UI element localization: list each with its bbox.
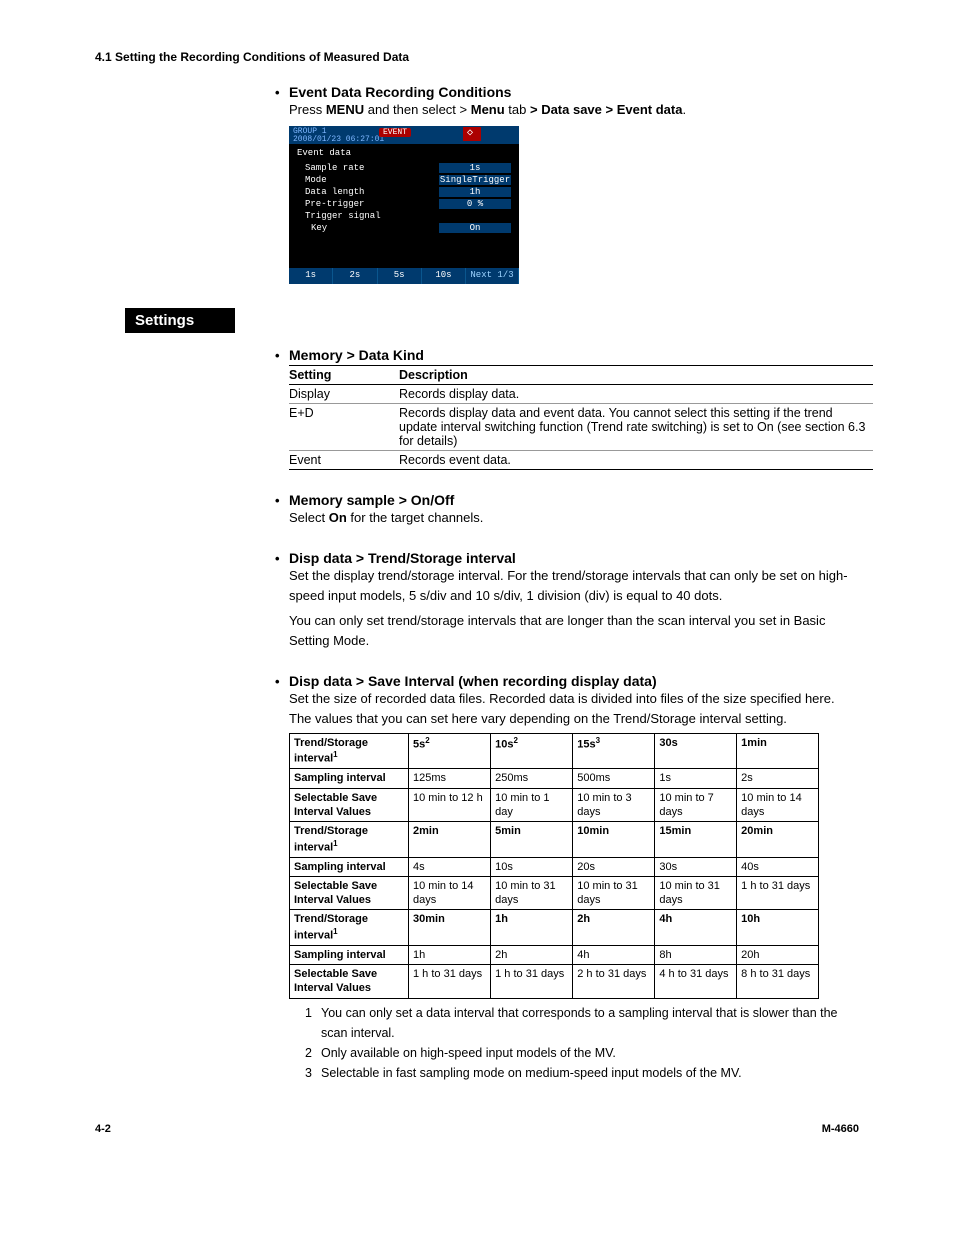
page-number: 4-2 — [95, 1123, 111, 1135]
record-icon — [463, 127, 481, 141]
trend-title: Disp data > Trend/Storage interval — [289, 550, 516, 566]
datakind-table: SettingDescription DisplayRecords displa… — [289, 365, 873, 470]
bullet: • — [275, 674, 289, 689]
saveint-para: Set the size of recorded data files. Rec… — [289, 689, 859, 729]
page-header: 4.1 Setting the Recording Conditions of … — [95, 50, 859, 64]
doc-id: M-4660 — [822, 1123, 859, 1135]
memorysample-text: Select On for the target channels. — [289, 508, 859, 528]
section-event-instruction: Press MENU and then select > Menu tab > … — [289, 100, 859, 120]
bullet: • — [275, 551, 289, 566]
trend-para2: You can only set trend/storage intervals… — [289, 611, 859, 651]
trend-para1: Set the display trend/storage interval. … — [289, 566, 859, 606]
memorysample-title: Memory sample > On/Off — [289, 492, 454, 508]
bullet: • — [275, 348, 289, 363]
footnotes: 1You can only set a data interval that c… — [305, 1003, 859, 1083]
table-row: DisplayRecords display data. — [289, 385, 873, 404]
intervals-table: Trend/Storage interval1 5s2 10s2 15s3 30… — [289, 733, 819, 998]
table-row: E+DRecords display data and event data. … — [289, 404, 873, 451]
device-screenshot: GROUP 12008/01/23 06:27:01 EVENT Event d… — [289, 126, 519, 284]
datakind-title: Memory > Data Kind — [289, 347, 424, 363]
table-row: EventRecords event data. — [289, 451, 873, 470]
bullet: • — [275, 85, 289, 100]
bullet: • — [275, 493, 289, 508]
settings-heading: Settings — [125, 308, 235, 333]
section-event-title: Event Data Recording Conditions — [289, 84, 511, 100]
saveint-title: Disp data > Save Interval (when recordin… — [289, 673, 657, 689]
